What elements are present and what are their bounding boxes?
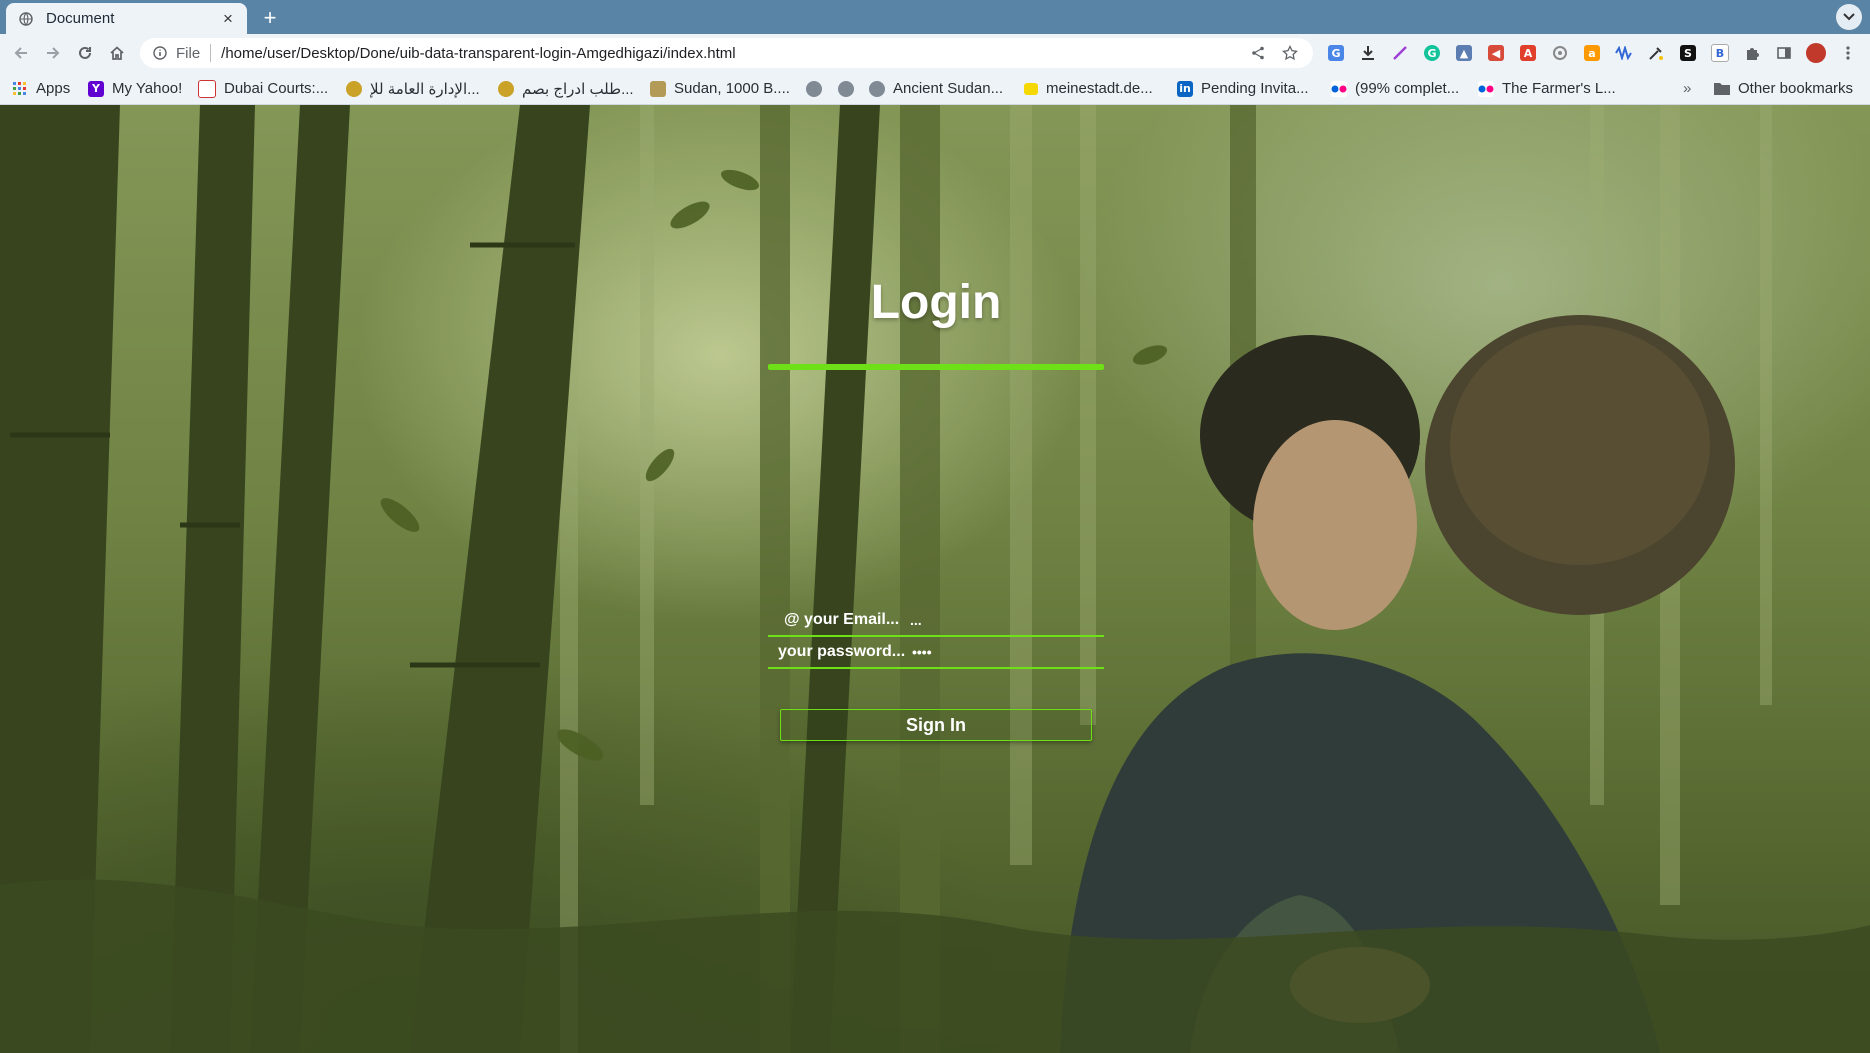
url-text[interactable]: /home/user/Desktop/Done/uib-data-transpa… bbox=[221, 45, 1239, 62]
side-panel-icon[interactable] bbox=[1768, 41, 1800, 65]
linkedin-icon: in bbox=[1177, 80, 1193, 97]
s-extension-icon[interactable]: S bbox=[1672, 41, 1704, 65]
bookmark-star-icon[interactable] bbox=[1277, 42, 1303, 64]
dubai-courts-icon bbox=[198, 79, 216, 98]
arrow-left-icon bbox=[14, 47, 27, 59]
bookmark-99-complete[interactable]: (99% complet... bbox=[1331, 72, 1459, 105]
email-field-wrapper: ... bbox=[768, 605, 1104, 637]
translate-icon[interactable]: G bbox=[1320, 41, 1352, 65]
bookmark-label: (99% complet... bbox=[1355, 80, 1460, 97]
b-extension-icon[interactable]: B bbox=[1704, 41, 1736, 65]
pen-icon[interactable] bbox=[1384, 41, 1416, 65]
page-title: Login bbox=[870, 276, 1002, 329]
bookmark-label: meinestadt.de... bbox=[1046, 80, 1153, 97]
email-field[interactable] bbox=[784, 611, 904, 629]
tab-title: Document bbox=[46, 10, 115, 27]
grammarly-icon[interactable]: G bbox=[1416, 41, 1448, 65]
arrow-right-icon bbox=[47, 47, 60, 59]
globe-icon bbox=[838, 80, 854, 97]
globe-icon bbox=[869, 80, 885, 97]
new-tab-button[interactable]: + bbox=[257, 5, 283, 31]
password-autofill-indicator: •••• bbox=[912, 644, 932, 660]
chevron-down-icon bbox=[1843, 13, 1855, 21]
title-underline bbox=[768, 364, 1104, 370]
bookmark-label: The Farmer's L... bbox=[1502, 80, 1616, 97]
tab-strip: Document × + bbox=[0, 0, 1870, 34]
browser-toolbar: File /home/user/Desktop/Done/uib-data-tr… bbox=[0, 34, 1870, 72]
other-bookmarks-folder[interactable]: Other bookmarks bbox=[1714, 72, 1853, 105]
download-icon[interactable] bbox=[1352, 41, 1384, 65]
bookmark-label: Dubai Courts:... bbox=[224, 80, 329, 97]
yahoo-icon: Y bbox=[88, 80, 104, 97]
page-viewport: Login ... •••• Sign In bbox=[0, 105, 1870, 1053]
tab-search-button[interactable] bbox=[1836, 4, 1862, 30]
folder-icon bbox=[1714, 81, 1730, 97]
amazon-icon[interactable]: a bbox=[1576, 41, 1608, 65]
sign-in-button[interactable]: Sign In bbox=[780, 709, 1092, 741]
bookmark-ancient-sudan[interactable]: Ancient Sudan... bbox=[869, 72, 1003, 105]
bookmark-dubai-courts[interactable]: Dubai Courts:... bbox=[198, 72, 328, 105]
eyedropper-icon[interactable] bbox=[1640, 41, 1672, 65]
bookmark-apps[interactable]: Apps bbox=[12, 72, 70, 105]
bookmark-label: الإدارة العامة للإ... bbox=[370, 80, 480, 98]
back-button[interactable] bbox=[8, 41, 34, 65]
bookmark-label: Apps bbox=[36, 80, 71, 97]
bookmark-arabic-1[interactable]: الإدارة العامة للإ... bbox=[346, 72, 480, 105]
flickr-icon bbox=[1478, 80, 1494, 97]
bookmark-farmers-l[interactable]: The Farmer's L... bbox=[1478, 72, 1616, 105]
apps-grid-icon bbox=[12, 81, 28, 97]
globe-icon bbox=[18, 11, 34, 27]
globe-icon bbox=[806, 80, 822, 97]
reload-button[interactable] bbox=[72, 41, 98, 65]
bookmark-arabic-2[interactable]: طلب ادراج بصم... bbox=[498, 72, 634, 105]
address-bar[interactable]: File /home/user/Desktop/Done/uib-data-tr… bbox=[140, 38, 1313, 68]
megaphone-icon[interactable]: ◀ bbox=[1480, 41, 1512, 65]
scheme-label: File bbox=[176, 44, 201, 62]
bookmark-label: طلب ادراج بصم... bbox=[522, 80, 634, 98]
password-field[interactable] bbox=[778, 643, 906, 661]
reload-icon bbox=[79, 46, 91, 59]
close-icon[interactable]: × bbox=[219, 9, 237, 29]
email-autofill-indicator: ... bbox=[910, 612, 922, 628]
tab-document[interactable]: Document × bbox=[6, 3, 247, 34]
extensions-bar: G G ▲ ◀ A a S B bbox=[1320, 41, 1864, 65]
circle-icon[interactable] bbox=[1544, 41, 1576, 65]
flickr-icon bbox=[1331, 80, 1347, 97]
bookmark-pending-invitations[interactable]: in Pending Invita... bbox=[1177, 72, 1309, 105]
bookmark-label: Ancient Sudan... bbox=[893, 80, 1004, 97]
share-icon[interactable] bbox=[1245, 42, 1271, 64]
bookmark-meinestadt[interactable]: meinestadt.de... bbox=[1024, 72, 1153, 105]
bookmark-globe-1[interactable] bbox=[806, 72, 830, 105]
home-button[interactable] bbox=[104, 41, 130, 65]
wave-icon[interactable] bbox=[1608, 41, 1640, 65]
meinestadt-icon bbox=[1024, 82, 1038, 95]
forward-button[interactable] bbox=[40, 41, 66, 65]
info-icon[interactable] bbox=[152, 45, 168, 61]
bookmark-sudan-1000b[interactable]: Sudan, 1000 B.... bbox=[650, 72, 790, 105]
folder-image-icon bbox=[650, 80, 666, 97]
bamboo-forest-background bbox=[0, 105, 1870, 1053]
bookmark-globe-2[interactable] bbox=[838, 72, 862, 105]
bookmark-my-yahoo[interactable]: Y My Yahoo! bbox=[88, 72, 182, 105]
home-icon bbox=[110, 46, 124, 60]
divider bbox=[210, 44, 212, 62]
bookmark-label: My Yahoo! bbox=[112, 80, 183, 97]
emblem-icon bbox=[346, 80, 362, 97]
thumb-icon[interactable]: ▲ bbox=[1448, 41, 1480, 65]
bookmarks-bar: Apps Y My Yahoo! Dubai Courts:... الإدار… bbox=[0, 72, 1870, 105]
bookmark-label: Pending Invita... bbox=[1201, 80, 1309, 97]
bookmark-label: Sudan, 1000 B.... bbox=[674, 80, 790, 97]
emblem-icon bbox=[498, 80, 514, 97]
bookmarks-overflow-button[interactable]: » bbox=[1683, 72, 1691, 105]
puzzle-icon[interactable] bbox=[1736, 41, 1768, 65]
password-field-wrapper: •••• bbox=[768, 637, 1104, 669]
bookmark-label: Other bookmarks bbox=[1738, 80, 1854, 97]
kebab-menu-icon[interactable] bbox=[1832, 41, 1864, 65]
profile-avatar[interactable] bbox=[1800, 41, 1832, 65]
acrobat-icon[interactable]: A bbox=[1512, 41, 1544, 65]
